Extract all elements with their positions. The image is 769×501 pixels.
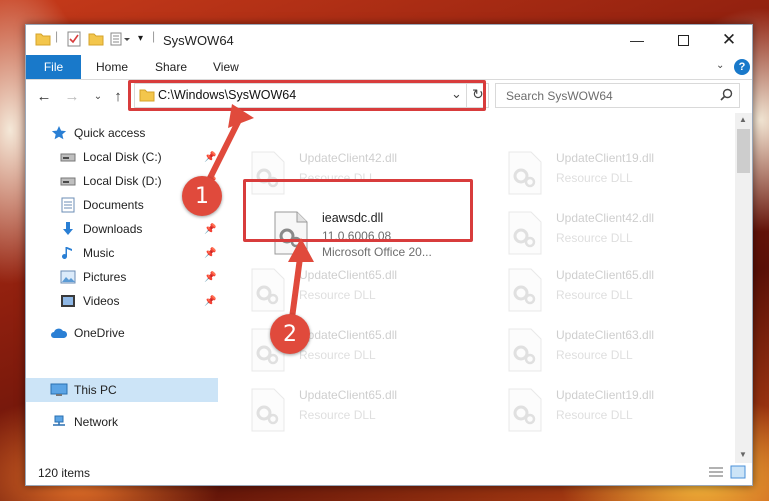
arrow-2-head [288,238,314,262]
annotation-arrows [202,104,314,319]
step-badge-2: 2 [270,314,310,354]
arrow-1-head [228,104,254,128]
step-badge-1: 1 [182,176,222,216]
arrow-2 [289,257,303,319]
